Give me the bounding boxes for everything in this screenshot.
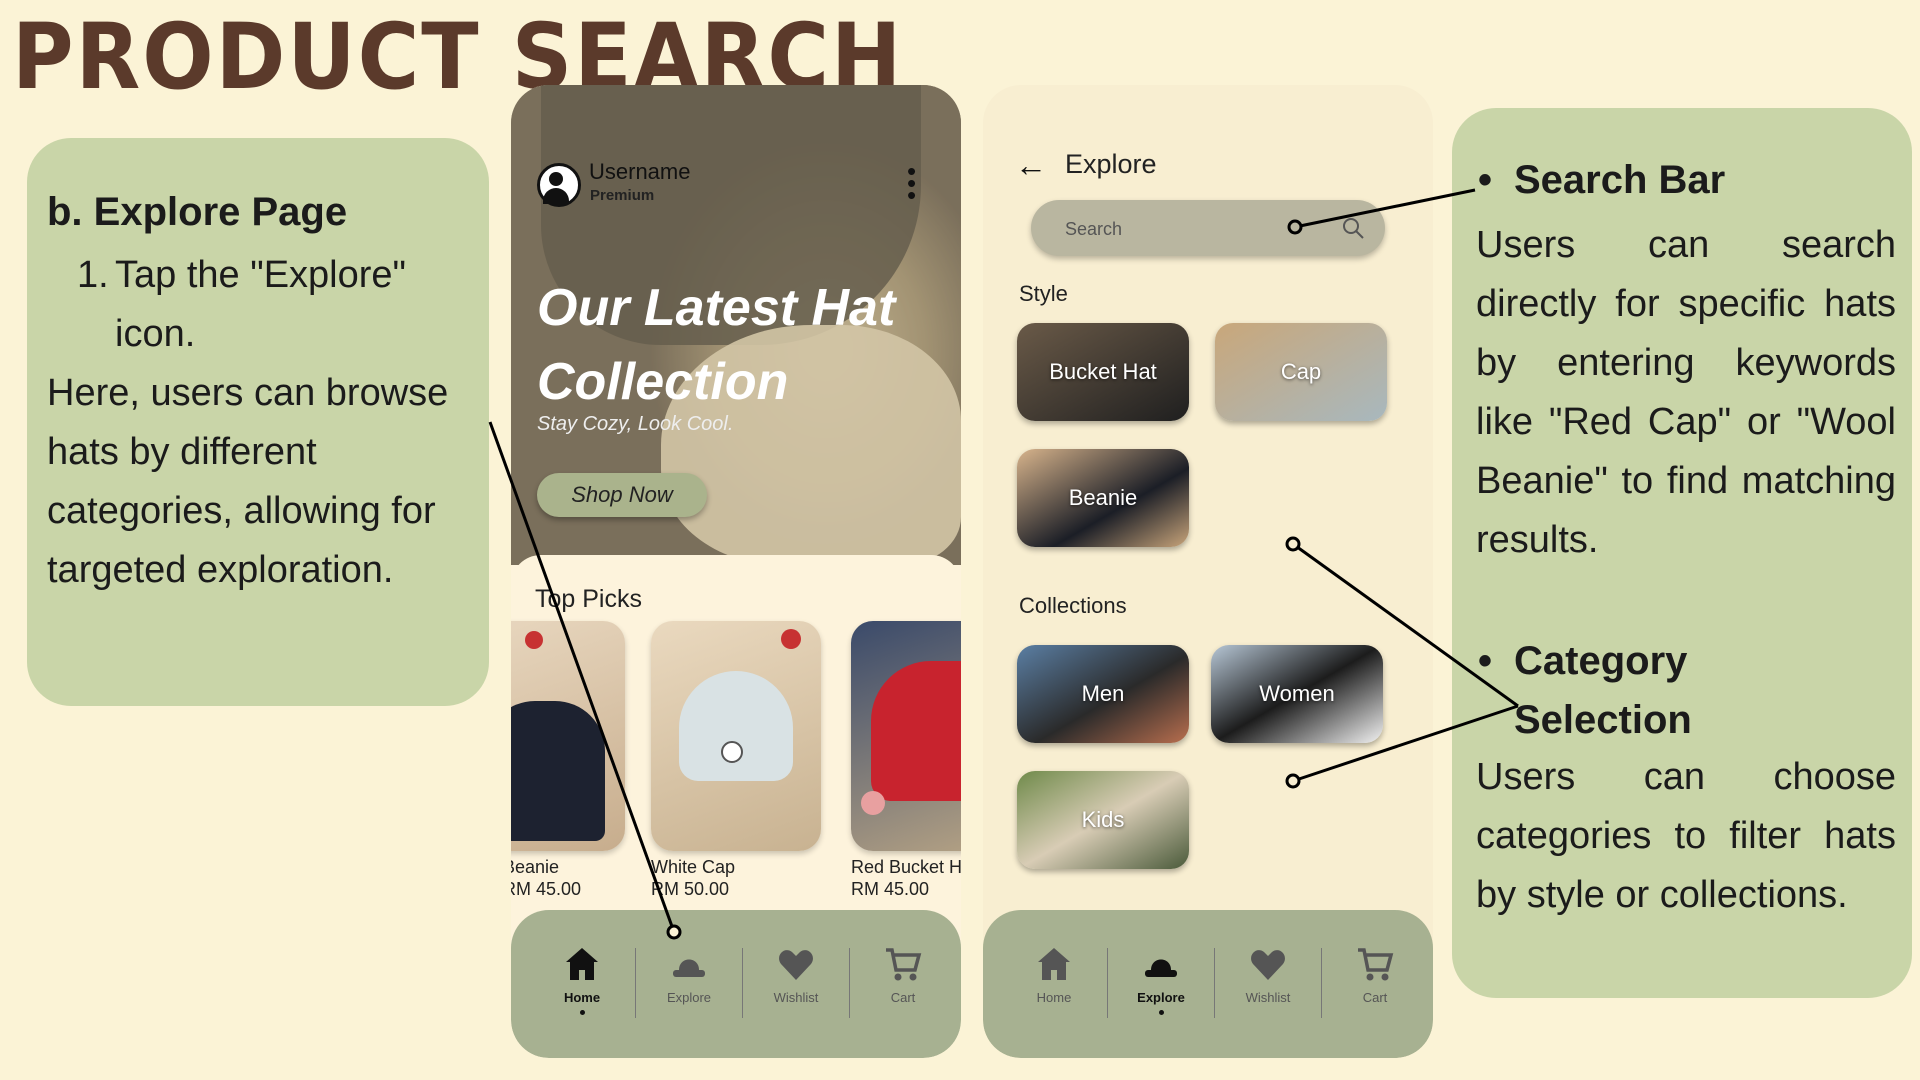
- explore-info-card: b. Explore Page 1. Tap the "Explore" ico…: [27, 138, 489, 706]
- nav-wishlist[interactable]: Wishlist: [1215, 944, 1321, 1005]
- style-section-label: Style: [1019, 281, 1068, 306]
- nav-wishlist[interactable]: Wishlist: [743, 944, 849, 1005]
- collection-tile-women[interactable]: Women: [1211, 645, 1383, 743]
- nav-wishlist-label: Wishlist: [773, 990, 819, 1005]
- nav-explore-label: Explore: [1137, 990, 1185, 1005]
- nav-cart[interactable]: Cart: [1322, 944, 1428, 1005]
- hero-title: Our Latest Hat Collection: [537, 279, 896, 411]
- explore-screen-mockup: ← Explore Style Bucket Hat Cap Beanie Co…: [983, 85, 1433, 1058]
- tile-label: Cap: [1280, 359, 1322, 384]
- nav-wishlist-label: Wishlist: [1245, 990, 1291, 1005]
- product-card-red-bucket-hat-image[interactable]: [851, 621, 961, 851]
- home-icon: [1038, 948, 1070, 980]
- explore-title: Explore: [1065, 149, 1157, 179]
- nav-explore-label: Explore: [666, 990, 712, 1005]
- cart-icon: [1358, 948, 1394, 981]
- nav-cart[interactable]: Cart: [850, 944, 956, 1005]
- active-indicator: [1158, 1010, 1164, 1015]
- nav-home[interactable]: Home: [1001, 944, 1107, 1005]
- home-screen-mockup: Username Premium • • • Our Latest Hat Coll…: [511, 85, 961, 1058]
- style-tile-beanie[interactable]: Beanie: [1017, 449, 1189, 547]
- feature-info-card: Search Bar Users can search directly for…: [1452, 108, 1912, 998]
- collection-tile-kids[interactable]: Kids: [1017, 771, 1189, 869]
- active-indicator: [579, 1010, 585, 1015]
- nav-home-label: Home: [563, 990, 601, 1005]
- collection-tile-men[interactable]: Men: [1017, 645, 1189, 743]
- product-card-white-cap-image[interactable]: [651, 621, 821, 851]
- nav-home-label: Home: [1036, 990, 1072, 1005]
- product-name: Beanie: [511, 857, 560, 877]
- tile-label: Bucket Hat: [1049, 359, 1157, 384]
- nav-explore[interactable]: Explore: [1108, 944, 1214, 1015]
- style-tile-bucket-hat[interactable]: Bucket Hat: [1017, 323, 1189, 421]
- more-options-icon[interactable]: • • •: [907, 158, 916, 208]
- username-label: Username: [589, 159, 691, 184]
- search-bar-heading: Search Bar: [1478, 158, 1725, 203]
- bottom-nav: Home Explore Wishlist Cart: [983, 910, 1433, 1058]
- heart-icon: [779, 950, 813, 980]
- product-name: Red Bucket Hat: [851, 857, 961, 877]
- explore-info-title: b. Explore Page: [47, 190, 348, 234]
- product-price: RM 45.00: [851, 879, 930, 899]
- back-arrow-icon[interactable]: ←: [1015, 147, 1047, 184]
- tile-label: Men: [1081, 681, 1125, 706]
- cart-icon: [886, 948, 922, 981]
- product-price: RM 50.00: [651, 879, 730, 899]
- user-avatar-icon[interactable]: [537, 163, 581, 207]
- search-icon[interactable]: [1341, 216, 1365, 240]
- tile-label: Beanie: [1068, 485, 1138, 510]
- style-tile-cap[interactable]: Cap: [1215, 323, 1387, 421]
- shop-now-button[interactable]: Shop Now: [537, 473, 707, 517]
- bottom-nav: Home Explore Wishlist Cart: [511, 910, 961, 1058]
- explore-step: 1. Tap the "Explore" icon.: [77, 246, 477, 364]
- category-selection-heading: Category Selection: [1478, 632, 1754, 750]
- nav-cart-label: Cart: [890, 990, 916, 1005]
- tile-label: Kids: [1081, 807, 1125, 832]
- search-bar[interactable]: [1031, 200, 1385, 258]
- membership-label: Premium: [590, 187, 655, 204]
- search-bar-description: Users can search directly for specific h…: [1476, 224, 1896, 561]
- nav-cart-label: Cart: [1362, 990, 1388, 1005]
- explore-info-description: Here, users can browse hats by different…: [47, 372, 449, 591]
- home-icon: [566, 948, 598, 980]
- nav-explore[interactable]: Explore: [636, 944, 742, 1005]
- step-number: 1.: [77, 254, 109, 296]
- category-selection-description: Users can choose categories to filter ha…: [1476, 756, 1896, 916]
- nav-home[interactable]: Home: [529, 944, 635, 1015]
- collections-section-label: Collections: [1019, 593, 1127, 618]
- hat-icon: [673, 959, 705, 977]
- search-input[interactable]: [1063, 200, 1327, 258]
- product-name: White Cap: [651, 857, 736, 877]
- top-picks-title: Top Picks: [535, 585, 642, 613]
- product-price: RM 45.00: [511, 879, 582, 899]
- tile-label: Women: [1259, 681, 1335, 706]
- hat-icon: [1145, 959, 1177, 977]
- heart-icon: [1251, 950, 1285, 980]
- hero-subtitle: Stay Cozy, Look Cool.: [537, 413, 734, 435]
- step-text: Tap the "Explore" icon.: [115, 254, 407, 355]
- product-card-beanie-image[interactable]: [511, 621, 625, 851]
